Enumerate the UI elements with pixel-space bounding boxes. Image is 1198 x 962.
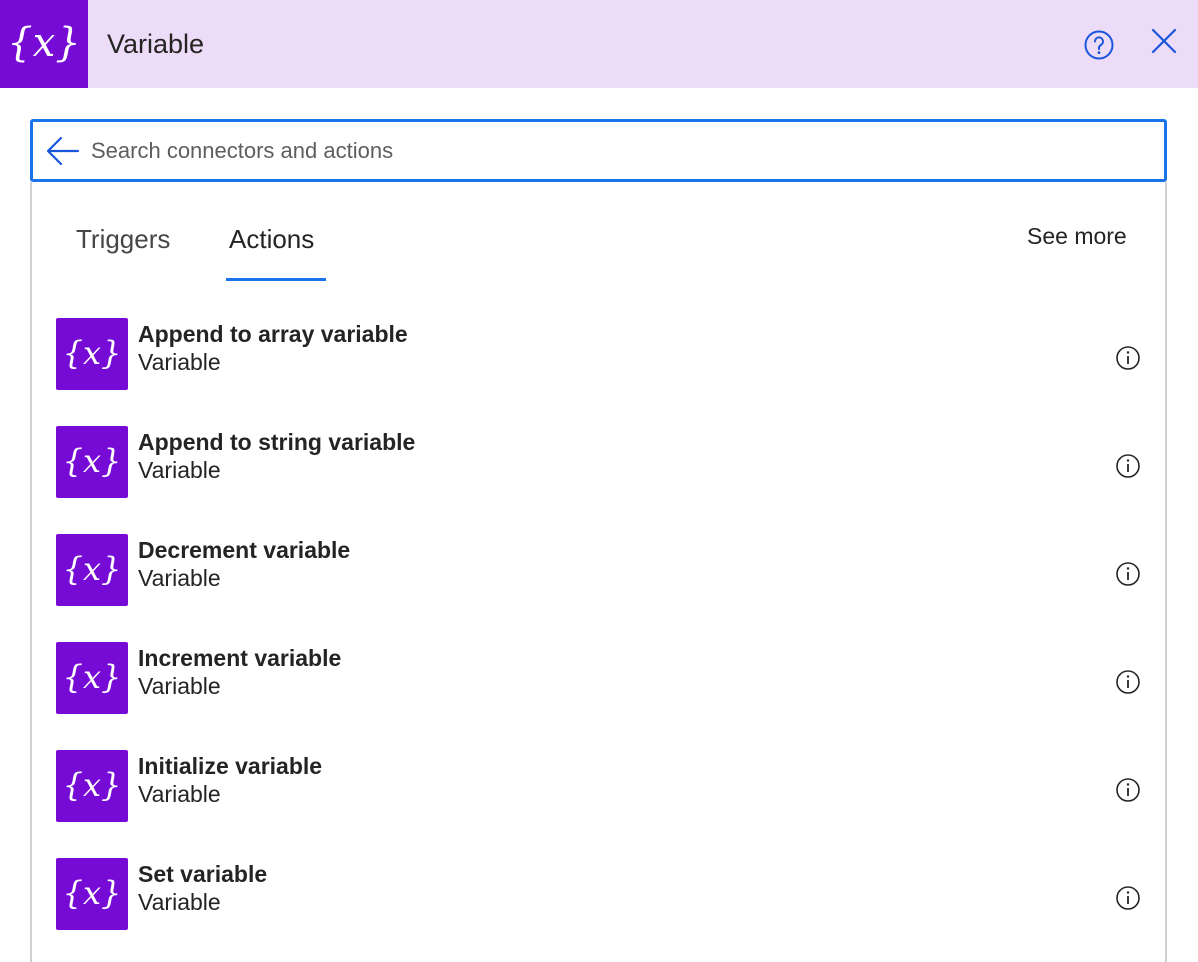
action-tile: {x} <box>56 858 128 930</box>
info-icon[interactable] <box>1115 561 1141 587</box>
svg-text:{x}: {x} <box>64 334 120 372</box>
tab-triggers[interactable]: Triggers <box>76 222 170 256</box>
action-append-to-array-variable[interactable]: {x} Append to array variable Variable <box>44 318 1154 410</box>
see-more-link[interactable]: See more <box>1027 220 1127 252</box>
tab-actions[interactable]: Actions <box>229 222 314 256</box>
svg-text:{x}: {x} <box>64 442 120 480</box>
svg-text:{x}: {x} <box>64 658 120 696</box>
action-increment-variable[interactable]: {x} Increment variable Variable <box>44 642 1154 734</box>
curly-x-icon: {x} <box>64 658 120 696</box>
action-tile: {x} <box>56 318 128 390</box>
action-title: Append to string variable <box>138 429 416 455</box>
curly-x-icon: {x} <box>64 334 120 372</box>
help-icon[interactable] <box>1083 29 1115 61</box>
action-tile: {x} <box>56 534 128 606</box>
variable-logo: {x} <box>0 0 88 88</box>
action-set-variable[interactable]: {x} Set variable Variable <box>44 858 1154 950</box>
search-input[interactable] <box>91 132 1141 170</box>
action-subtitle: Variable <box>138 673 221 699</box>
curly-x-icon: {x} <box>64 766 120 804</box>
curly-x-icon: {x} <box>12 20 76 66</box>
svg-text:{x}: {x} <box>64 550 120 588</box>
action-subtitle: Variable <box>138 565 221 591</box>
action-tile: {x} <box>56 750 128 822</box>
action-subtitle: Variable <box>138 889 221 915</box>
close-icon[interactable] <box>1150 27 1178 55</box>
action-append-to-string-variable[interactable]: {x} Append to string variable Variable <box>44 426 1154 518</box>
action-initialize-variable[interactable]: {x} Initialize variable Variable <box>44 750 1154 842</box>
action-decrement-variable[interactable]: {x} Decrement variable Variable <box>44 534 1154 626</box>
action-tile: {x} <box>56 426 128 498</box>
info-icon[interactable] <box>1115 453 1141 479</box>
action-title: Append to array variable <box>138 321 408 347</box>
info-icon[interactable] <box>1115 669 1141 695</box>
arrow-left-icon[interactable] <box>45 135 81 167</box>
info-icon[interactable] <box>1115 777 1141 803</box>
page-title: Variable <box>107 29 205 59</box>
tab-selected-indicator <box>226 278 326 281</box>
panel-header: {x} Variable <box>0 0 1198 88</box>
action-subtitle: Variable <box>138 781 221 807</box>
curly-x-icon: {x} <box>64 550 120 588</box>
action-tile: {x} <box>56 642 128 714</box>
action-title: Set variable <box>138 861 268 887</box>
curly-x-icon: {x} <box>64 442 120 480</box>
action-subtitle: Variable <box>138 457 221 483</box>
action-title: Initialize variable <box>138 753 323 779</box>
svg-text:{x}: {x} <box>64 766 120 804</box>
action-subtitle: Variable <box>138 349 221 375</box>
info-icon[interactable] <box>1115 345 1141 371</box>
svg-text:{x}: {x} <box>12 20 76 66</box>
action-title: Increment variable <box>138 645 342 671</box>
svg-text:{x}: {x} <box>64 874 120 912</box>
action-title: Decrement variable <box>138 537 351 563</box>
curly-x-icon: {x} <box>64 874 120 912</box>
search-box <box>30 119 1167 182</box>
info-icon[interactable] <box>1115 885 1141 911</box>
